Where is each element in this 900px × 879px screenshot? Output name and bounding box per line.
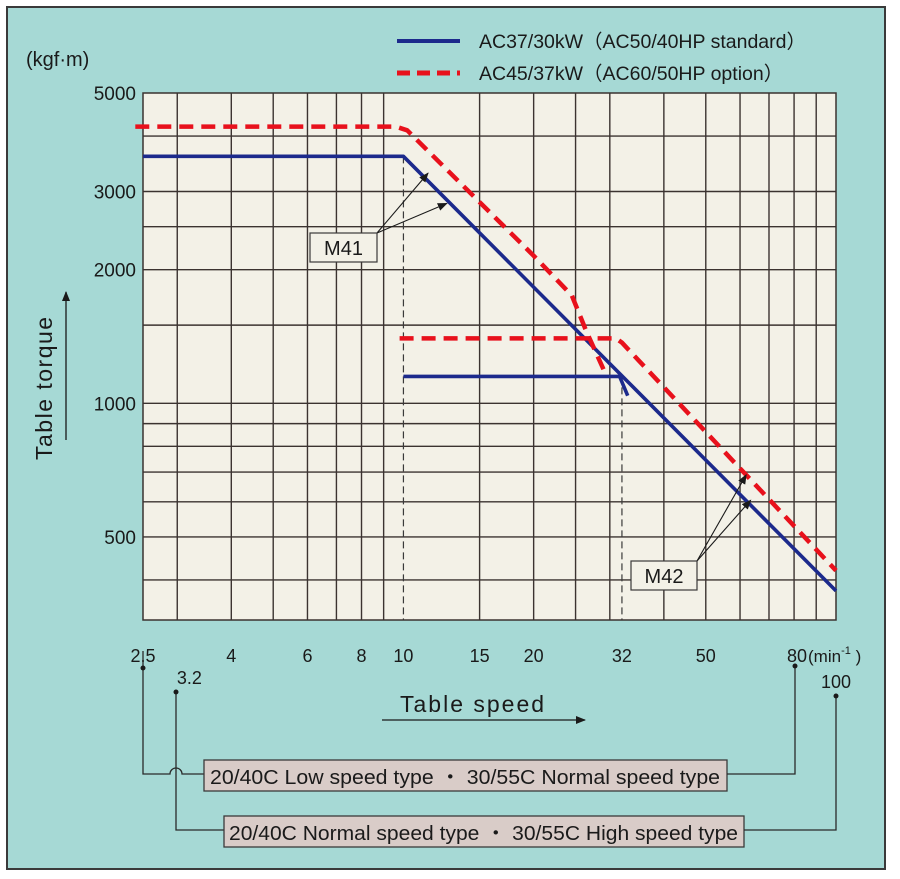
range-1-dot-left xyxy=(140,665,146,671)
x-axis-title-group: Table speed xyxy=(382,691,586,724)
y-tick-label: 5000 xyxy=(94,84,136,105)
legend-label-blue: AC37/30kW（AC50/40HP standard） xyxy=(479,31,806,53)
y-tick-label: 2000 xyxy=(94,261,136,282)
x-extra-tick-label: 3.2 xyxy=(177,668,202,688)
x-extra-tick-label: 100 xyxy=(821,672,851,692)
y-tick-label: 500 xyxy=(104,528,136,549)
speed-range-brackets: 20/40C Low speed type ・ 30/55C Normal sp… xyxy=(140,651,839,848)
x-tick-label: 10 xyxy=(393,646,413,666)
y-tick-label: 1000 xyxy=(94,394,136,415)
annotation-label: M41 xyxy=(324,238,363,260)
legend-label-red: AC45/37kW（AC60/50HP option） xyxy=(479,63,783,85)
x-unit-prefix: (min xyxy=(808,647,841,666)
range-2-dot-right xyxy=(833,693,839,699)
y-unit-label: (kgf·m) xyxy=(26,49,89,71)
plot-area xyxy=(143,93,836,620)
x-tick-label: 15 xyxy=(470,646,490,666)
range-2-dot-left xyxy=(173,689,179,695)
range-2-label: 20/40C Normal speed type ・ 30/55C High s… xyxy=(229,823,738,845)
annotation-label: M42 xyxy=(645,566,684,588)
speed-range-1: 20/40C Low speed type ・ 30/55C Normal sp… xyxy=(140,651,798,792)
x-unit-sup: -1 xyxy=(841,645,851,657)
x-tick-label: 32 xyxy=(612,646,632,666)
legend: AC37/30kW（AC50/40HP standard） AC45/37kW（… xyxy=(397,31,806,85)
x-tick-label: 20 xyxy=(524,646,544,666)
x-tick-label: 50 xyxy=(696,646,716,666)
x-tick-label: 6 xyxy=(302,646,312,666)
range-1-connector-right xyxy=(727,666,796,775)
x-axis-title: Table speed xyxy=(400,691,546,717)
x-tick-labels: 2.5 4 6 8 10 15 20 32 50 803.2 100 xyxy=(130,646,851,692)
y-axis-title-group: Table torque xyxy=(31,291,70,460)
x-unit-suffix: ) xyxy=(851,647,861,666)
x-tick-label: 4 xyxy=(226,646,236,666)
range-2-connector-right xyxy=(744,696,837,831)
range-1-dot-right xyxy=(792,663,798,669)
x-unit-label: (min-1 ) xyxy=(808,645,861,666)
y-axis-title: Table torque xyxy=(31,315,57,460)
torque-speed-chart: M41M42 5000300020001000500 2.5 4 6 8 10 15 20 3… xyxy=(26,31,861,848)
x-tick-label: 8 xyxy=(357,646,367,666)
x-tick-label: 80 xyxy=(787,646,807,666)
y-tick-labels: 5000 3000 2000 1000 500 xyxy=(94,84,136,549)
range-1-label: 20/40C Low speed type ・ 30/55C Normal sp… xyxy=(210,767,720,789)
y-tick-label: 3000 xyxy=(94,182,136,203)
